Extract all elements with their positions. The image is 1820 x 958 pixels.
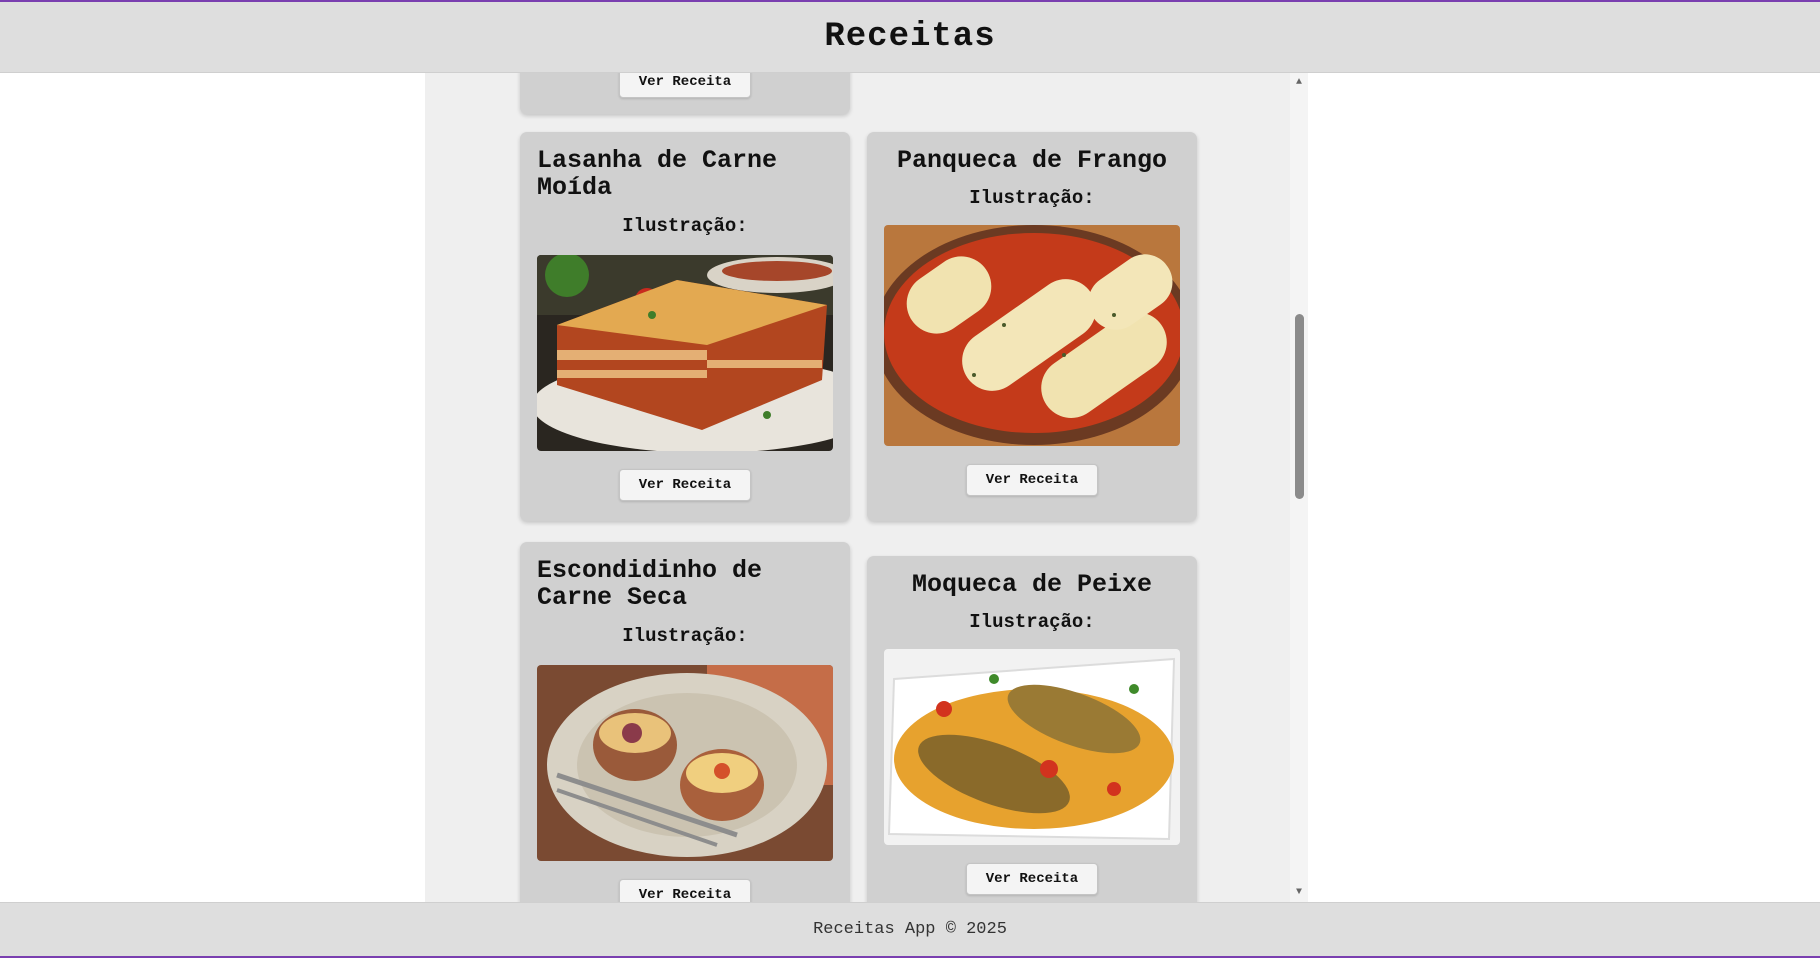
scroll-up-arrow-icon[interactable]: ▲ — [1290, 74, 1308, 90]
illustration-label: Ilustração: — [622, 625, 748, 647]
view-recipe-button[interactable]: Ver Receita — [619, 72, 751, 98]
app-header: Receitas — [0, 2, 1820, 73]
view-recipe-button[interactable]: Ver Receita — [966, 863, 1098, 895]
scroll-down-arrow-icon[interactable]: ▼ — [1290, 884, 1308, 900]
recipe-image — [884, 225, 1180, 446]
recipe-card: Ver Receita — [520, 72, 850, 114]
recipe-list-panel[interactable]: Ver Receita Lasanha de Carne Moída Ilust… — [425, 72, 1307, 902]
scrollbar-thumb[interactable] — [1295, 314, 1304, 499]
footer-text: Receitas App © 2025 — [813, 920, 1007, 939]
view-recipe-button[interactable]: Ver Receita — [966, 464, 1098, 496]
recipe-image — [884, 649, 1180, 845]
recipe-card-moqueca: Moqueca de Peixe Ilustração: Ver Receita — [867, 556, 1197, 902]
recipe-card-lasanha: Lasanha de Carne Moída Ilustração: Ver R… — [520, 132, 850, 521]
recipe-title: Panqueca de Frango — [896, 146, 1168, 175]
illustration-label: Ilustração: — [969, 187, 1095, 209]
app-footer: Receitas App © 2025 — [0, 902, 1820, 956]
scrollbar[interactable]: ▲ ▼ — [1290, 72, 1308, 902]
view-recipe-button[interactable]: Ver Receita — [619, 469, 751, 501]
view-recipe-button[interactable]: Ver Receita — [619, 879, 751, 902]
recipe-title: Lasanha de Carne Moída — [537, 146, 778, 202]
recipe-image — [537, 665, 833, 861]
illustration-label: Ilustração: — [622, 215, 748, 237]
recipe-title: Moqueca de Peixe — [911, 570, 1153, 599]
illustration-label: Ilustração: — [969, 611, 1095, 633]
recipe-image — [537, 255, 833, 451]
recipe-card-panqueca: Panqueca de Frango Ilustração: Ver Recei… — [867, 132, 1197, 521]
recipe-title: Escondidinho de Carne Seca — [537, 556, 763, 612]
recipe-card-escondidinho: Escondidinho de Carne Seca Ilustração: V… — [520, 542, 850, 902]
page-title: Receitas — [824, 18, 996, 56]
